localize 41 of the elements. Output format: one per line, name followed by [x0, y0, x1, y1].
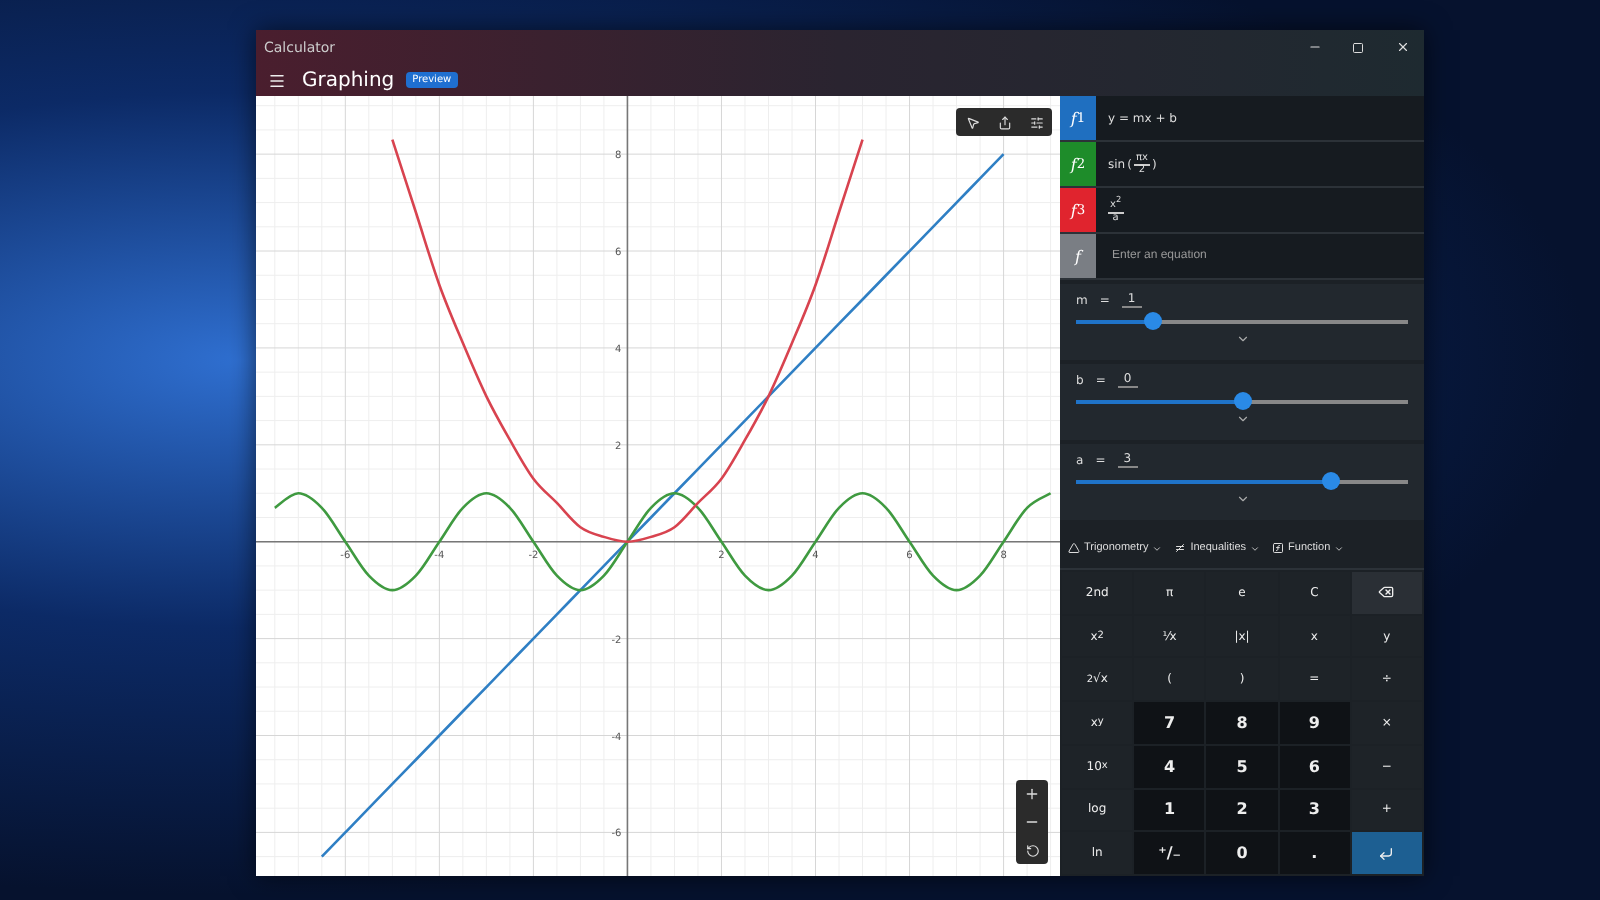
reset-icon	[1025, 843, 1039, 857]
chevron-down-icon	[1235, 332, 1249, 346]
close-icon	[1395, 40, 1409, 54]
maximize-icon	[1352, 41, 1364, 53]
slider-thumb[interactable]	[1233, 392, 1251, 410]
triangle-icon	[1068, 542, 1080, 554]
digit-key[interactable]: 0	[1206, 832, 1278, 874]
settings-icon	[1029, 115, 1043, 129]
backspace-icon	[1378, 584, 1395, 601]
chevron-down-icon	[1334, 543, 1345, 553]
expand-button[interactable]	[1235, 412, 1249, 426]
menu-button[interactable]	[264, 71, 290, 89]
minimize-icon	[1307, 40, 1321, 54]
digit-key[interactable]: .	[1279, 832, 1350, 874]
digit-key[interactable]: 9	[1279, 702, 1350, 744]
menu-icon	[268, 71, 286, 89]
digit-key[interactable]: 8	[1206, 702, 1278, 744]
digit-key[interactable]: 2	[1206, 789, 1278, 831]
pointer-icon	[965, 115, 979, 129]
slider-thumb[interactable]	[1143, 312, 1162, 330]
digit-key[interactable]: 1	[1134, 789, 1205, 831]
enter-icon	[1378, 845, 1395, 862]
function-swatch[interactable]: f	[1060, 234, 1096, 278]
digit-key[interactable]: ⁺∕₋	[1134, 832, 1205, 874]
function-icon	[1272, 542, 1285, 554]
plus-icon	[1024, 786, 1040, 802]
backspace-key[interactable]	[1351, 572, 1422, 614]
chevron-down-icon	[1235, 492, 1249, 506]
digit-key[interactable]: 7	[1134, 702, 1205, 744]
digit-key[interactable]: 5	[1206, 745, 1278, 788]
expand-button[interactable]	[1235, 492, 1249, 506]
share-icon	[997, 115, 1011, 129]
chevron-down-icon	[1152, 543, 1163, 553]
digit-key[interactable]: 4	[1134, 745, 1205, 788]
mode-title: Graphing	[302, 69, 395, 91]
digit-key[interactable]: 6	[1279, 745, 1350, 788]
digit-key[interactable]: 3	[1279, 789, 1350, 831]
chevron-down-icon	[1250, 543, 1261, 553]
slider-thumb[interactable]	[1322, 472, 1341, 490]
expand-button[interactable]	[1235, 332, 1249, 346]
chevron-down-icon	[1235, 412, 1249, 426]
